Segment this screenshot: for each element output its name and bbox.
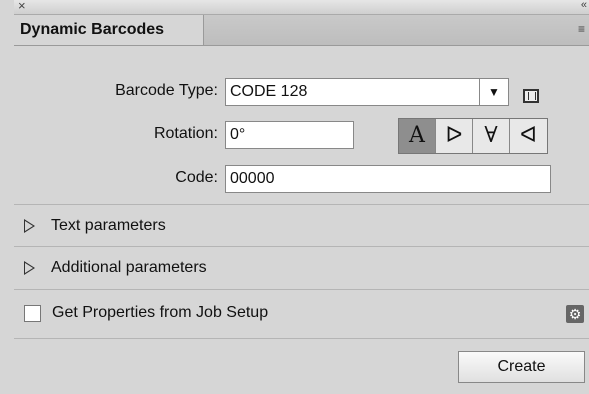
code-label: Code: [175, 169, 218, 186]
tab-dynamic-barcodes[interactable]: Dynamic Barcodes [14, 15, 204, 45]
panel-titlebar: × « [14, 0, 589, 15]
rotation-270-button[interactable]: ᐊ [510, 119, 547, 153]
close-icon[interactable]: × [18, 0, 26, 13]
rotation-180-button[interactable]: ∀ [473, 119, 510, 153]
barcode-preview-icon[interactable] [523, 89, 539, 103]
rotation-0-button[interactable]: A [399, 119, 436, 153]
divider [14, 289, 589, 290]
panel-tab-row: Dynamic Barcodes ≡ [14, 15, 589, 46]
rotation-input[interactable]: 0° [225, 121, 354, 149]
text-parameters-section[interactable]: Text parameters [14, 205, 589, 247]
code-input[interactable]: 00000 [225, 165, 551, 193]
dynamic-barcodes-panel: × « Dynamic Barcodes ≡ [14, 0, 589, 394]
rotation-button-group: A ᐅ ∀ ᐊ [398, 118, 548, 154]
barcode-type-select[interactable]: CODE 128 ▼ [225, 78, 509, 106]
text-parameters-label: Text parameters [51, 217, 166, 234]
rotation-90-button[interactable]: ᐅ [436, 119, 473, 153]
rotation-label: Rotation: [153, 125, 218, 142]
additional-parameters-section[interactable]: Additional parameters [14, 247, 589, 289]
barcode-type-value: CODE 128 [230, 83, 308, 100]
job-setup-label: Get Properties from Job Setup [52, 304, 269, 321]
panel-menu-icon[interactable]: ≡ [578, 22, 585, 36]
create-button[interactable]: Create [458, 351, 585, 383]
divider [14, 338, 589, 339]
additional-parameters-label: Additional parameters [51, 259, 207, 276]
gear-icon[interactable]: ⚙ [566, 305, 584, 323]
disclosure-triangle-icon[interactable] [24, 219, 35, 233]
disclosure-triangle-icon[interactable] [24, 261, 35, 275]
chevron-down-icon[interactable]: ▼ [479, 79, 508, 105]
collapse-icon[interactable]: « [581, 0, 587, 11]
job-setup-checkbox[interactable] [24, 305, 41, 322]
barcode-type-label: Barcode Type: [115, 82, 218, 99]
